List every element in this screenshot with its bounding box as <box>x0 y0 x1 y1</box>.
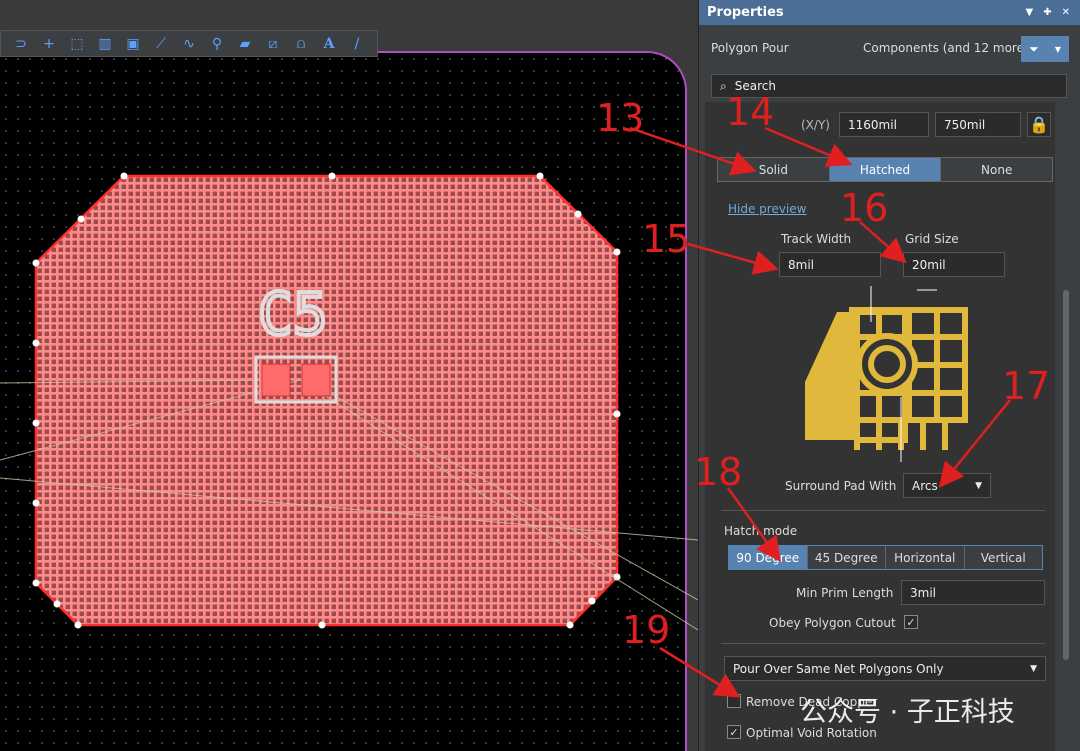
hatch-mode-selector: 90 Degree 45 Degree Horizontal Vertical <box>728 545 1043 570</box>
track-width-field[interactable]: 8mil <box>779 252 881 277</box>
pcb-toolbar: ⊃ + ⬚ ▥ ▣ ⟋ ∿ ⚲ ▰ ⧄ ⩍ A / <box>0 30 378 57</box>
chevron-down-icon: ▼ <box>1030 663 1037 674</box>
hatch-mode-horizontal[interactable]: Horizontal <box>886 546 965 569</box>
component-designator: C5 <box>258 280 328 348</box>
polygon-icon[interactable]: ⧄ <box>259 33 287 55</box>
lock-button[interactable]: 🔒 <box>1027 112 1051 137</box>
remove-dead-copper-checkbox[interactable] <box>727 694 741 708</box>
pcb-canvas[interactable]: C5 ⊃ + ⬚ ▥ ▣ ⟋ ∿ ⚲ ▰ ⧄ ⩍ A / <box>0 0 698 751</box>
dropdown-icon[interactable]: ▼ <box>1026 7 1034 18</box>
hatch-mode-90[interactable]: 90 Degree <box>729 546 808 569</box>
chevron-down-icon: ▼ <box>975 480 982 491</box>
divider <box>721 643 1045 644</box>
grid-size-label: Grid Size <box>905 232 959 246</box>
hatch-preview-icon <box>805 286 968 462</box>
component-icon[interactable]: ▣ <box>119 33 147 55</box>
xy-label: (X/Y) <box>801 118 830 132</box>
hatch-mode-label: Hatch mode <box>724 524 798 538</box>
lock-icon: 🔒 <box>1029 115 1049 134</box>
surround-pad-label: Surround Pad With <box>785 479 897 493</box>
annotation-18: 18 <box>694 450 743 494</box>
pour-over-dropdown[interactable]: Pour Over Same Net Polygons Only ▼ <box>724 656 1046 681</box>
divider <box>721 510 1045 511</box>
x-field[interactable]: 1160mil <box>839 112 929 137</box>
select-rect-icon[interactable]: ⬚ <box>63 33 91 55</box>
track-width-label: Track Width <box>781 232 852 246</box>
annotation-15: 15 <box>642 217 691 261</box>
annotation-16: 16 <box>840 186 889 230</box>
object-type-label: Polygon Pour <box>711 41 789 55</box>
filter-summary: Components (and 12 more) <box>863 41 1029 55</box>
pad-1 <box>261 363 291 397</box>
annotation-17: 17 <box>1002 364 1051 408</box>
filter-icon: ⏷ <box>1029 41 1039 56</box>
hide-preview-link[interactable]: Hide preview <box>728 202 806 216</box>
annotation-14: 14 <box>726 90 775 134</box>
diff-pair-icon[interactable]: ∿ <box>175 33 203 55</box>
fill-icon[interactable]: ▰ <box>231 33 259 55</box>
annotation-19: 19 <box>622 608 671 652</box>
min-prim-length-label: Min Prim Length <box>796 586 894 600</box>
min-prim-length-field[interactable]: 3mil <box>901 580 1045 605</box>
surround-pad-dropdown[interactable]: Arcs ▼ <box>903 473 991 498</box>
pcb-drawing: C5 <box>0 172 698 631</box>
bar-chart-icon[interactable]: ▥ <box>91 33 119 55</box>
fill-mode-solid[interactable]: Solid <box>718 158 830 181</box>
crosshair-icon[interactable]: + <box>35 33 63 55</box>
obey-cutout-checkbox[interactable]: ✓ <box>904 615 918 629</box>
fill-mode-hatched[interactable]: Hatched <box>829 158 942 181</box>
dimension-icon[interactable]: ⩍ <box>287 33 315 55</box>
annotation-13: 13 <box>596 96 645 140</box>
fill-mode-none[interactable]: None <box>941 158 1053 181</box>
chevron-down-icon: ▾ <box>1054 42 1061 56</box>
pour-over-value: Pour Over Same Net Polygons Only <box>733 661 944 676</box>
interactive-route-icon[interactable]: ⊃ <box>7 33 35 55</box>
panel-title: Properties <box>707 5 784 20</box>
route-icon[interactable]: ⟋ <box>147 33 175 55</box>
filter-button[interactable]: ⏷ ▾ <box>1021 36 1069 62</box>
scrollbar[interactable] <box>1063 290 1069 660</box>
pad-2 <box>301 363 331 397</box>
hatch-mode-45[interactable]: 45 Degree <box>807 546 886 569</box>
obey-cutout-label: Obey Polygon Cutout <box>769 616 896 630</box>
fill-mode-selector: Solid Hatched None <box>717 157 1053 182</box>
hatch-mode-vertical[interactable]: Vertical <box>964 546 1042 569</box>
via-icon[interactable]: ⚲ <box>203 33 231 55</box>
optimal-void-checkbox[interactable]: ✓ <box>727 725 741 739</box>
line-icon[interactable]: / <box>343 33 371 55</box>
close-icon[interactable]: ✕ <box>1062 7 1070 18</box>
pin-icon[interactable]: ✚ <box>1043 7 1051 18</box>
watermark: 公众号 · 子正科技 <box>800 697 1015 728</box>
panel-header: Properties ▼ ✚ ✕ <box>699 0 1080 25</box>
y-field[interactable]: 750mil <box>935 112 1021 137</box>
surround-pad-value: Arcs <box>912 478 938 493</box>
text-icon[interactable]: A <box>315 33 343 55</box>
grid-size-field[interactable]: 20mil <box>903 252 1005 277</box>
